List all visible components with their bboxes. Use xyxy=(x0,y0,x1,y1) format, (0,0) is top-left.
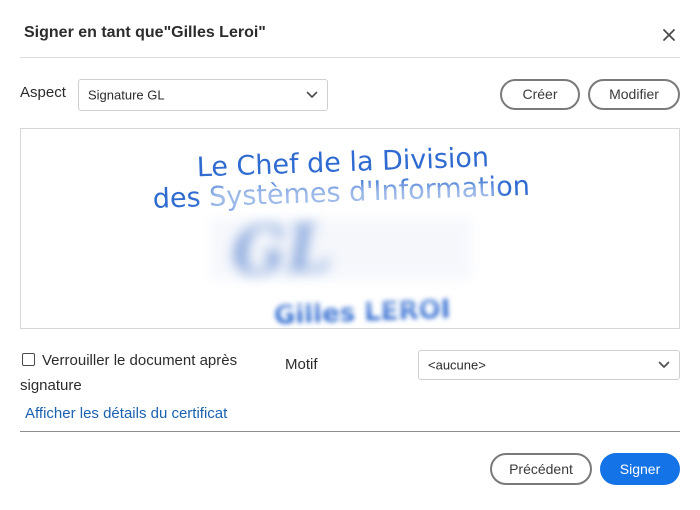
header-divider xyxy=(20,57,680,58)
lock-document-label-continuation: signature xyxy=(20,377,82,394)
signature-preview: Le Chef de la Division des Systèmes d'In… xyxy=(20,128,680,329)
certificate-details-link[interactable]: Afficher les détails du certificat xyxy=(25,405,227,422)
aspect-label: Aspect xyxy=(20,84,66,101)
lock-document-option[interactable]: Verrouiller le document après xyxy=(22,352,237,369)
lock-document-label: Verrouiller le document après xyxy=(42,352,238,369)
chevron-down-icon xyxy=(306,91,318,98)
lock-document-checkbox[interactable] xyxy=(22,353,35,366)
close-icon[interactable] xyxy=(661,27,677,43)
sign-button[interactable]: Signer xyxy=(600,453,680,485)
motif-select[interactable]: <aucune> xyxy=(418,350,680,380)
create-button[interactable]: Créer xyxy=(500,79,580,110)
footer-divider xyxy=(20,431,680,432)
motif-label: Motif xyxy=(285,356,318,373)
dialog-title: Signer en tant que"Gilles Leroi" xyxy=(24,24,266,41)
aspect-select[interactable]: Signature GL xyxy=(78,79,328,111)
motif-selected-value: <aucune> xyxy=(428,357,486,373)
modify-button[interactable]: Modifier xyxy=(588,79,680,110)
previous-button[interactable]: Précédent xyxy=(490,453,592,485)
signature-image: Le Chef de la Division des Systèmes d'In… xyxy=(152,142,530,328)
aspect-selected-value: Signature GL xyxy=(88,87,165,103)
chevron-down-icon xyxy=(658,361,670,368)
